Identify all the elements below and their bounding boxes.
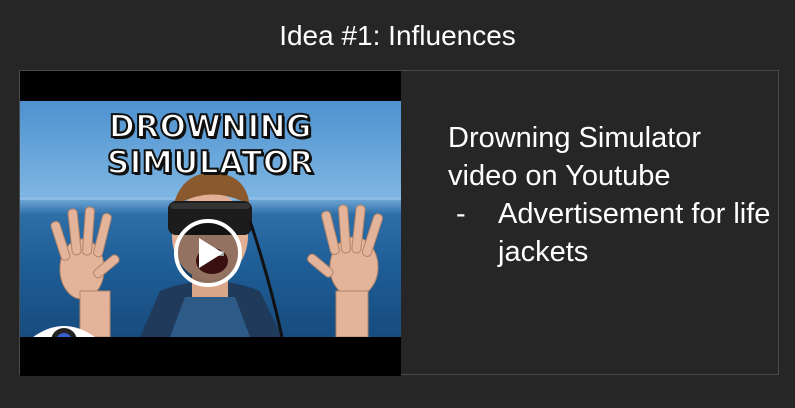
video-embed[interactable]: DROWNING SIMULATOR <box>20 71 401 376</box>
play-icon[interactable] <box>174 219 242 287</box>
bullet-text: Advertisement for life jackets <box>498 198 771 268</box>
bullet-marker: - <box>456 198 466 230</box>
video-thumbnail[interactable]: DROWNING SIMULATOR <box>20 101 401 337</box>
play-triangle <box>199 238 223 268</box>
thumbnail-title-text: DROWNING SIMULATOR <box>106 108 315 182</box>
video-caption: Drowning Simulator video on Youtube <box>448 122 702 192</box>
eye-icon <box>33 326 95 337</box>
content-panel: DROWNING SIMULATOR Drowning Simulator vi… <box>19 70 779 376</box>
slide-title: Idea #1: Influences <box>279 20 516 51</box>
